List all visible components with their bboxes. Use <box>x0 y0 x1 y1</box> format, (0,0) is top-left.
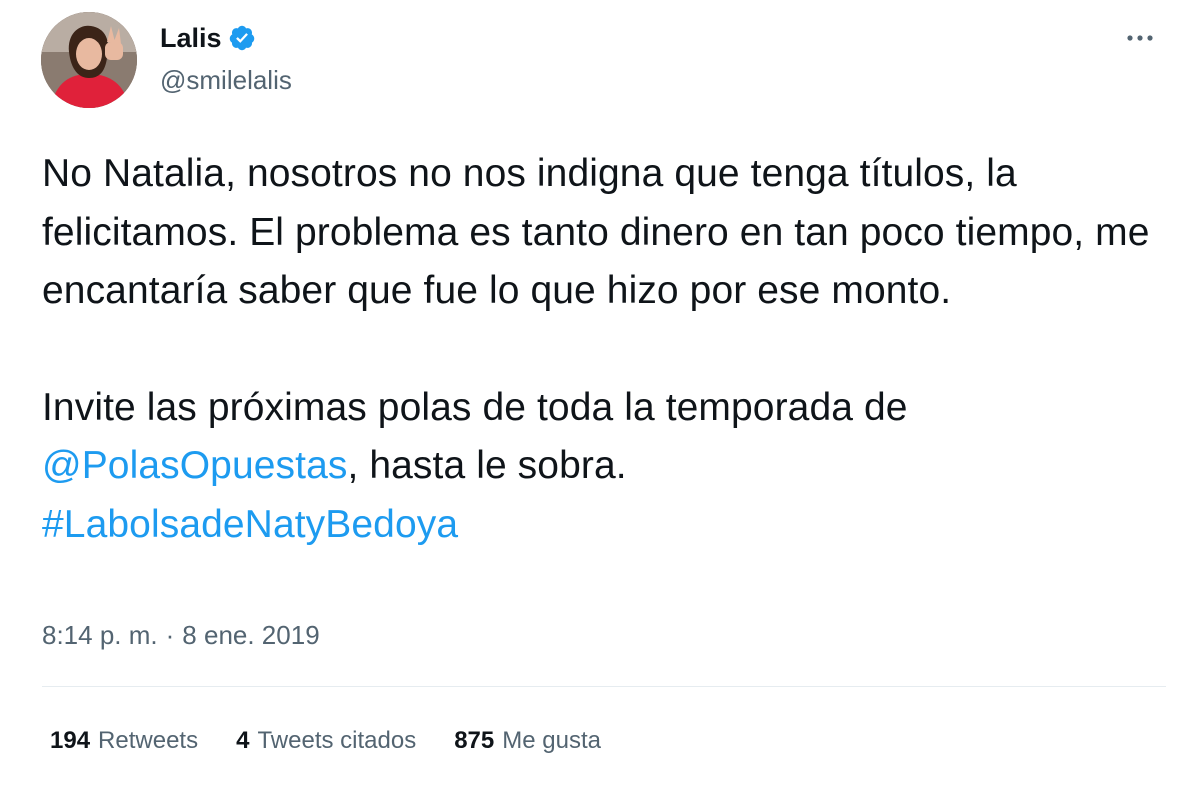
retweets-stat[interactable]: 194 Retweets <box>50 724 198 758</box>
user-handle[interactable]: @smilelalis <box>160 64 292 96</box>
more-horizontal-icon <box>1127 35 1153 41</box>
retweets-count: 194 <box>50 727 91 754</box>
avatar-photo <box>41 12 137 108</box>
meta-separator: · <box>165 620 175 650</box>
tweet-paragraph-1: No Natalia, nosotros no nos indigna que … <box>42 152 1150 312</box>
display-name[interactable]: Lalis <box>160 22 222 54</box>
paragraph-2-start: Invite las próximas polas de toda la tem… <box>42 385 908 429</box>
quote-tweets-label: Tweets citados <box>257 727 417 754</box>
tweet-timestamp[interactable]: 8:14 p. m. · 8 ene. 2019 <box>42 618 320 652</box>
likes-count: 875 <box>454 727 495 754</box>
quote-tweets-count: 4 <box>236 727 250 754</box>
tweet-stats: 194 Retweets 4 Tweets citados 875 Me gus… <box>50 724 601 758</box>
tweet-text: No Natalia, nosotros no nos indigna que … <box>42 145 1172 554</box>
tweet-paragraph-2: Invite las próximas polas de toda la tem… <box>42 379 1172 555</box>
more-options-button[interactable] <box>1120 18 1160 58</box>
retweets-label: Retweets <box>98 727 199 754</box>
avatar[interactable] <box>41 12 137 108</box>
verified-badge-icon <box>228 24 256 52</box>
hashtag-link[interactable]: #LabolsadeNatyBedoya <box>42 503 458 546</box>
mention-link[interactable]: @PolasOpuestas <box>42 444 347 487</box>
tweet-date[interactable]: 8 ene. 2019 <box>182 618 319 652</box>
likes-label: Me gusta <box>502 727 601 754</box>
likes-stat[interactable]: 875 Me gusta <box>454 724 601 758</box>
paragraph-2-end: , hasta le sobra. <box>347 444 627 487</box>
divider <box>42 686 1166 687</box>
tweet-card: Lalis @smilelalis No Natalia, nosotros n… <box>0 0 1200 791</box>
name-row: Lalis <box>160 22 256 54</box>
quote-tweets-stat[interactable]: 4 Tweets citados <box>236 724 416 758</box>
tweet-time[interactable]: 8:14 p. m. <box>42 618 158 652</box>
